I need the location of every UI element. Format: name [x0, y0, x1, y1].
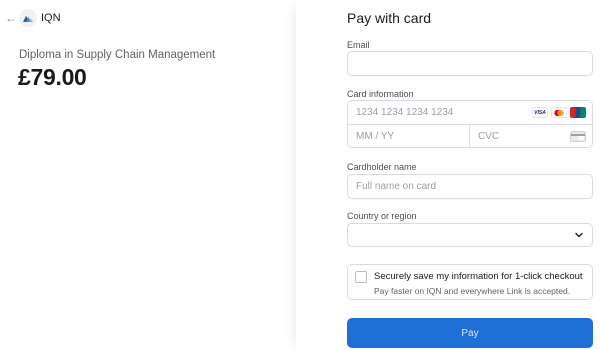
cvc-card-icon	[570, 131, 586, 142]
cardholder-field-wrapper	[347, 174, 593, 199]
email-field[interactable]	[348, 52, 592, 75]
card-number-wrapper: VISA	[348, 101, 592, 125]
cardholder-label: Cardholder name	[347, 162, 417, 172]
order-summary-panel: ← IQN Diploma in Supply Chain Management…	[0, 0, 296, 350]
save-info-box: Securely save my information for 1-click…	[347, 264, 593, 300]
brand-name: IQN	[41, 12, 61, 24]
country-select[interactable]	[347, 223, 593, 247]
card-expiry-input[interactable]	[348, 125, 469, 148]
card-expiry-wrapper	[348, 125, 470, 148]
save-info-subtitle: Pay faster on IQN and everywhere Link is…	[374, 286, 571, 296]
card-info-label: Card information	[347, 89, 414, 99]
country-label: Country or region	[347, 211, 417, 221]
cardholder-name-input[interactable]	[348, 175, 592, 198]
product-price: £79.00	[18, 64, 87, 90]
save-info-checkbox[interactable]	[355, 271, 367, 283]
email-label: Email	[347, 40, 370, 50]
product-name: Diploma in Supply Chain Management	[19, 49, 216, 61]
card-info-group: VISA	[347, 100, 593, 148]
payment-panel: Pay with card Email Card information VIS…	[296, 0, 600, 350]
visa-icon: VISA	[532, 107, 548, 118]
unionpay-icon	[570, 107, 586, 118]
iqn-logo-icon	[19, 9, 37, 27]
card-cvc-wrapper	[470, 125, 592, 148]
arrow-left-icon[interactable]: ←	[5, 11, 17, 25]
mastercard-icon	[551, 107, 567, 118]
chevron-down-icon	[575, 232, 583, 238]
card-brands: VISA	[532, 107, 586, 118]
save-info-title: Securely save my information for 1-click…	[374, 271, 583, 282]
email-field-wrapper	[347, 51, 593, 76]
pay-button[interactable]: Pay	[347, 318, 593, 348]
payment-title: Pay with card	[347, 10, 432, 26]
